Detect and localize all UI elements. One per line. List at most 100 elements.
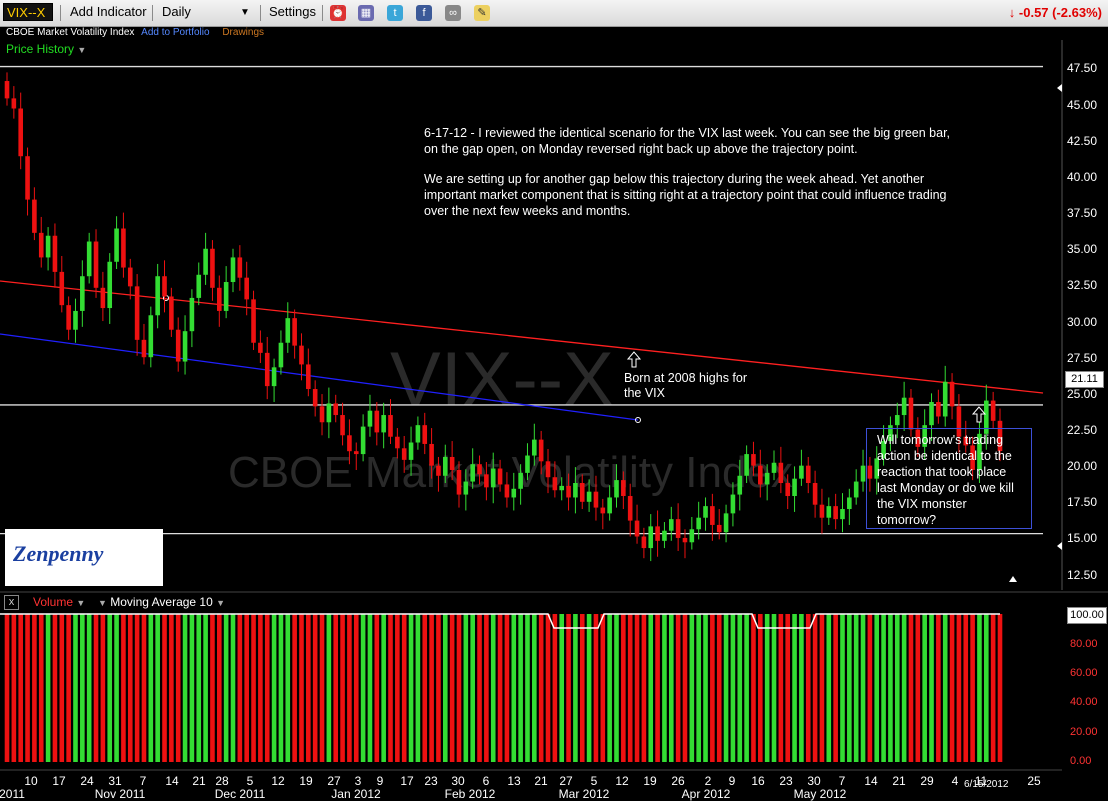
x-tick-label: 2 (704, 774, 712, 788)
y-tick-label: 15.00 (1067, 531, 1098, 546)
volume-bar (703, 614, 708, 762)
close-icon[interactable]: x (4, 595, 19, 610)
candle-body (134, 286, 140, 340)
candle-body (894, 415, 900, 426)
volume-bar (312, 614, 318, 762)
candle-body (175, 329, 181, 362)
x-month-label: Mar 2012 (558, 787, 610, 801)
volume-bar (360, 614, 366, 762)
x-tick-label: 19 (643, 774, 657, 788)
scroll-up-icon[interactable] (1057, 84, 1062, 92)
candle-body (347, 435, 352, 452)
candle-body (251, 299, 256, 343)
candle-body (86, 241, 92, 277)
x-tick-label: 5 (246, 774, 254, 788)
y-tick-label: 20.00 (1067, 459, 1098, 474)
x-tick-label: 9 (376, 774, 384, 788)
volume-bar (80, 614, 85, 762)
candle-body (73, 310, 78, 330)
candle-body (703, 506, 708, 518)
y-tick-label: 30.00 (1067, 314, 1098, 329)
volume-bar (771, 614, 777, 762)
chevron-down-icon: ▼ (216, 598, 226, 608)
candle-body (285, 318, 291, 343)
expand-icon[interactable] (1009, 576, 1017, 582)
volume-bar (751, 614, 756, 762)
x-tick-label: 21 (892, 774, 906, 788)
y-tick-label: 45.00 (1067, 97, 1098, 112)
x-month-label: Jan 2012 (331, 787, 381, 801)
candle-body (607, 497, 612, 514)
volume-bar (675, 614, 681, 762)
candle-body (189, 297, 195, 332)
volume-bar (655, 614, 660, 762)
x-tick-label: 7 (838, 774, 846, 788)
x-tick-label: 29 (920, 774, 934, 788)
volume-bar (908, 614, 914, 762)
candle-body (80, 276, 85, 311)
scroll-down-icon[interactable] (1057, 542, 1062, 550)
annotation-para-2: We are setting up for another gap below … (424, 172, 947, 218)
candle-body (490, 468, 496, 488)
volume-bar (299, 614, 304, 762)
candle-body (949, 381, 955, 407)
x-tick-label: 23 (779, 774, 793, 788)
volume-label-text: Volume (33, 595, 74, 609)
candle-body (696, 517, 701, 530)
candle-body (785, 483, 791, 497)
volume-bar (881, 614, 886, 762)
candle-body (614, 480, 619, 498)
candle-body (751, 454, 756, 466)
volume-bar (812, 614, 818, 762)
candle-body (600, 507, 606, 514)
volume-bar (929, 614, 934, 762)
volume-bar (641, 614, 647, 762)
x-tick-label: 10 (24, 774, 38, 788)
candle-body (415, 425, 421, 443)
candle-body (552, 477, 558, 491)
volume-bar (121, 614, 126, 762)
candle-body (360, 426, 366, 455)
candle-body (59, 271, 65, 306)
volume-bar (422, 614, 428, 762)
volume-bar (853, 614, 859, 762)
candle-body (840, 509, 845, 520)
volume-label[interactable]: Volume ▼ (33, 595, 85, 609)
volume-bar (600, 614, 606, 762)
candle-body (566, 485, 571, 498)
volume-bar (442, 614, 448, 762)
candle-body (442, 456, 448, 476)
moving-average-menu[interactable]: ▼ Moving Average 10 ▼ (98, 595, 225, 609)
volume-bar (429, 614, 434, 762)
candle-body (758, 465, 763, 485)
y-tick-label: 42.50 (1067, 133, 1098, 148)
volume-bar (956, 614, 962, 762)
candle-body (223, 282, 229, 311)
volume-bar (901, 614, 907, 762)
volume-bar (552, 614, 558, 762)
volume-bar (148, 614, 154, 762)
volume-current-label: 100.00 (1067, 607, 1107, 624)
candle-body (805, 465, 811, 483)
candle-body (312, 389, 318, 407)
candle-body (936, 402, 941, 417)
x-tick-label: 19 (299, 774, 313, 788)
volume-bar (614, 614, 619, 762)
up-arrow-icon (971, 406, 987, 423)
annotation-question-box: Will tomorrow's trading action be identi… (866, 428, 1032, 529)
volume-tick: 80.00 (1070, 638, 1098, 650)
candle-body (901, 397, 907, 416)
x-tick-label: 27 (327, 774, 341, 788)
candle-body (648, 526, 654, 549)
volume-bar (162, 614, 167, 762)
volume-bar (607, 614, 612, 762)
volume-bar (477, 614, 482, 762)
candle-body (634, 520, 640, 537)
volume-tick: 0.00 (1070, 755, 1092, 767)
volume-bar (723, 614, 729, 762)
candle-body (203, 248, 208, 275)
candle-body (730, 494, 736, 514)
candle-body (621, 480, 626, 497)
volume-bar (107, 614, 113, 762)
candle-body (216, 287, 222, 311)
